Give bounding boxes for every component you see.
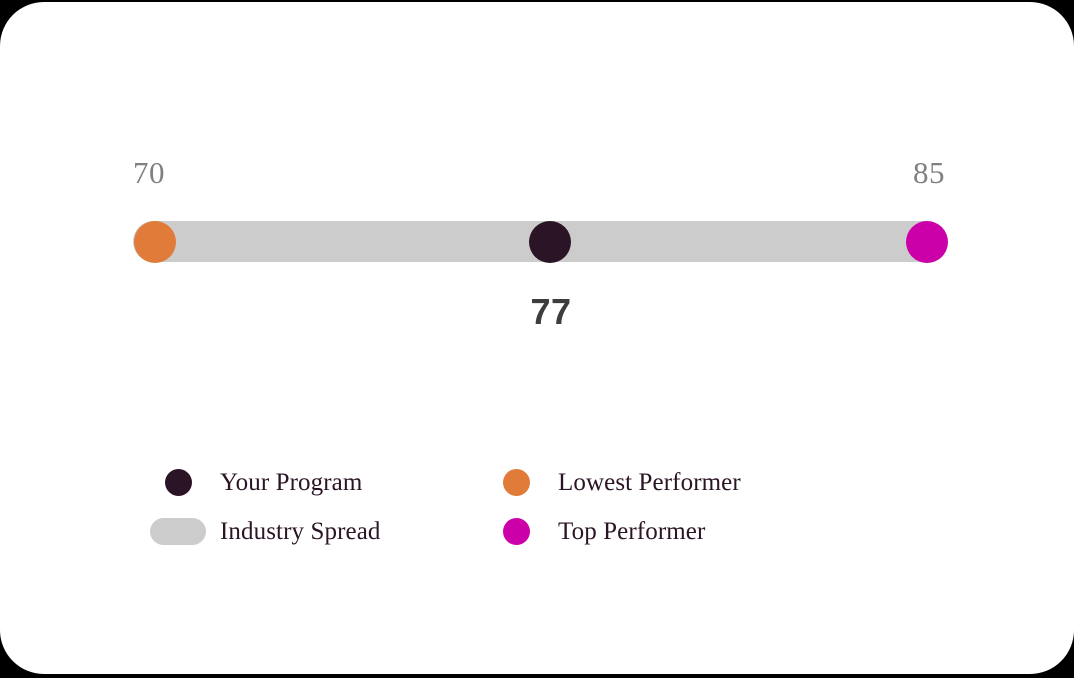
legend-item-lowest-performer: Lowest Performer (474, 458, 926, 507)
legend-swatch-your-program (136, 469, 220, 496)
legend-swatch-top-performer (474, 518, 558, 545)
legend-dot-icon (502, 469, 530, 496)
legend-dot-icon (502, 518, 530, 545)
legend-label-your-program: Your Program (220, 469, 363, 496)
legend-dot-icon (164, 469, 192, 496)
legend-item-your-program: Your Program (136, 458, 474, 507)
legend-item-industry-spread: Industry Spread (136, 507, 474, 556)
lowest-performer-marker[interactable] (134, 221, 176, 263)
legend-label-top-performer: Top Performer (558, 518, 706, 545)
scale-min-label: 70 (133, 155, 165, 190)
legend-label-lowest-performer: Lowest Performer (558, 469, 741, 496)
your-program-marker[interactable] (529, 221, 571, 263)
benchmark-range-card: 70 85 77 Your Program Lowest Performer I… (0, 2, 1074, 674)
your-program-value-label: 77 (530, 291, 572, 332)
legend-label-industry-spread: Industry Spread (220, 518, 381, 545)
scale-max-label: 85 (913, 155, 945, 190)
chart-legend: Your Program Lowest Performer Industry S… (136, 458, 926, 556)
legend-item-top-performer: Top Performer (474, 507, 926, 556)
legend-swatch-industry-spread (136, 518, 220, 545)
legend-swatch-lowest-performer (474, 469, 558, 496)
legend-pill-icon (150, 518, 206, 545)
top-performer-marker[interactable] (906, 221, 948, 263)
